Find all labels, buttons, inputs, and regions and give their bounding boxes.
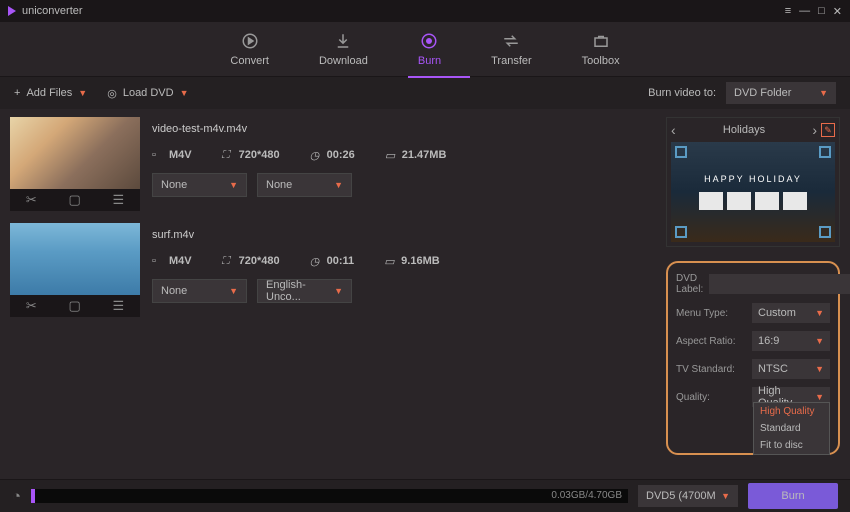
aspect-ratio-select[interactable]: 16:9▼ <box>752 331 830 351</box>
main-tabs: Convert Download Burn Transfer Toolbox <box>0 22 850 77</box>
template-image[interactable]: HAPPY HOLIDAY <box>671 142 835 242</box>
burn-icon <box>419 31 439 51</box>
crop-icon[interactable]: ▢ <box>68 192 80 208</box>
add-files-button[interactable]: + Add Files ▼ <box>14 87 87 99</box>
quality-dropdown-menu: High Quality Standard Fit to disc <box>753 402 830 455</box>
audio-track-select[interactable]: None▼ <box>152 173 247 197</box>
toolbox-icon <box>591 31 611 51</box>
crop-icon[interactable]: ▢ <box>68 298 80 314</box>
tab-burn[interactable]: Burn <box>418 31 441 67</box>
load-dvd-button[interactable]: ◎ Load DVD ▼ <box>107 87 188 100</box>
video-thumbnail[interactable] <box>10 117 140 189</box>
disc-type-select[interactable]: DVD5 (4700M▼ <box>638 485 738 507</box>
size-icon: ▭ <box>385 149 397 161</box>
effects-icon[interactable]: ☰ <box>112 192 124 208</box>
edit-template-button[interactable]: ✎ <box>821 123 835 137</box>
resolution-icon: ⛶ <box>222 255 234 267</box>
resolution-icon: ⛶ <box>222 149 234 161</box>
trim-icon[interactable]: ✂ <box>26 192 37 208</box>
aspect-ratio-label: Aspect Ratio: <box>676 336 746 347</box>
file-item: ✂ ▢ ☰ surf.m4v ▫M4V ⛶720*480 ◷00:11 ▭9.1… <box>10 223 650 317</box>
template-title: Holidays <box>723 124 765 136</box>
prev-template-button[interactable]: ‹ <box>671 122 676 138</box>
close-button[interactable]: ✕ <box>833 5 842 18</box>
tab-active-indicator <box>408 76 470 78</box>
sidebar: ‹ Holidays › ✎ HAPPY HOLIDAY DVD Label: … <box>660 109 850 479</box>
quality-option[interactable]: High Quality <box>754 403 829 420</box>
capacity-bar: 0.03GB/4.70GB <box>31 489 628 503</box>
burn-to-label: Burn video to: <box>648 87 716 99</box>
duration-icon: ◷ <box>310 149 322 161</box>
file-name: video-test-m4v.m4v <box>152 123 650 135</box>
next-template-button[interactable]: › <box>812 122 817 138</box>
app-logo-icon <box>8 6 16 16</box>
chevron-down-icon: ▼ <box>819 88 828 98</box>
clock-icon[interactable]: ◔ <box>12 488 21 505</box>
quality-label: Quality: <box>676 392 746 403</box>
trim-icon[interactable]: ✂ <box>26 298 37 314</box>
download-icon <box>333 31 353 51</box>
chevron-down-icon: ▼ <box>78 88 87 98</box>
size-icon: ▭ <box>384 255 396 267</box>
chevron-down-icon: ▼ <box>180 88 189 98</box>
subtitle-select[interactable]: None▼ <box>257 173 352 197</box>
burn-to-dropdown[interactable]: DVD Folder ▼ <box>726 82 836 104</box>
tab-transfer[interactable]: Transfer <box>491 31 532 67</box>
format-icon: ▫ <box>152 149 164 161</box>
disc-icon: ◎ <box>107 87 117 100</box>
template-preview: ‹ Holidays › ✎ HAPPY HOLIDAY <box>666 117 840 247</box>
title-bar: uniconverter ≡ — □ ✕ <box>0 0 850 22</box>
tab-download[interactable]: Download <box>319 31 368 67</box>
tab-toolbox[interactable]: Toolbox <box>582 31 620 67</box>
app-title: uniconverter <box>22 5 83 17</box>
dvd-label-input[interactable] <box>709 274 850 294</box>
tv-standard-label: TV Standard: <box>676 364 746 375</box>
tv-standard-select[interactable]: NTSC▼ <box>752 359 830 379</box>
file-list: ✂ ▢ ☰ video-test-m4v.m4v ▫M4V ⛶720*480 ◷… <box>0 109 660 479</box>
minimize-button[interactable]: — <box>799 5 810 18</box>
burn-button[interactable]: Burn <box>748 483 838 509</box>
transfer-icon <box>501 31 521 51</box>
tab-convert[interactable]: Convert <box>230 31 269 67</box>
quality-option[interactable]: Fit to disc <box>754 437 829 454</box>
sub-toolbar: + Add Files ▼ ◎ Load DVD ▼ Burn video to… <box>0 77 850 109</box>
menu-icon[interactable]: ≡ <box>785 5 791 18</box>
plus-icon: + <box>14 87 20 99</box>
video-thumbnail[interactable] <box>10 223 140 295</box>
file-item: ✂ ▢ ☰ video-test-m4v.m4v ▫M4V ⛶720*480 ◷… <box>10 117 650 211</box>
maximize-button[interactable]: □ <box>818 5 825 18</box>
duration-icon: ◷ <box>310 255 322 267</box>
subtitle-select[interactable]: English-Unco...▼ <box>257 279 352 303</box>
capacity-text: 0.03GB/4.70GB <box>551 490 622 501</box>
window-controls: ≡ — □ ✕ <box>785 5 842 18</box>
dvd-label-label: DVD Label: <box>676 273 703 295</box>
file-name: surf.m4v <box>152 229 650 241</box>
quality-option[interactable]: Standard <box>754 420 829 437</box>
effects-icon[interactable]: ☰ <box>112 298 124 314</box>
convert-icon <box>240 31 260 51</box>
menu-type-select[interactable]: Custom▼ <box>752 303 830 323</box>
audio-track-select[interactable]: None▼ <box>152 279 247 303</box>
format-icon: ▫ <box>152 255 164 267</box>
menu-type-label: Menu Type: <box>676 308 746 319</box>
bottom-bar: ◔ 0.03GB/4.70GB DVD5 (4700M▼ Burn <box>0 479 850 512</box>
dvd-settings-panel: DVD Label: Menu Type: Custom▼ Aspect Rat… <box>666 261 840 455</box>
